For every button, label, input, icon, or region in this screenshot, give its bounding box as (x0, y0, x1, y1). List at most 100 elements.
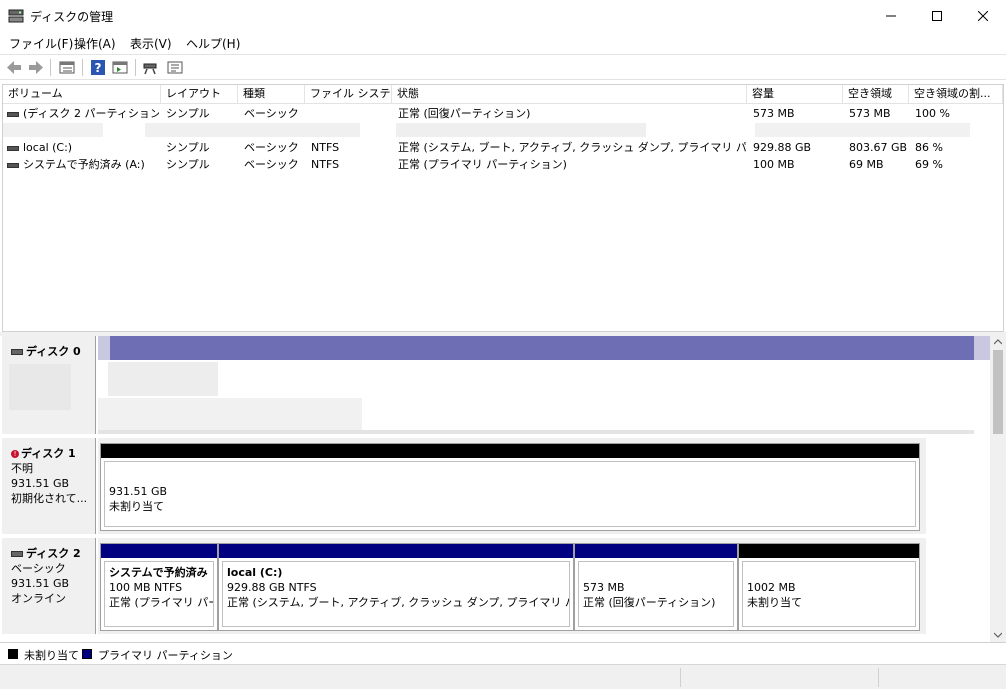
console-icon[interactable] (111, 59, 129, 76)
disk-1-label[interactable]: ! ディスク 1 不明 931.51 GB 初期化されて... (2, 438, 96, 534)
cell-free-percent: 69 % (915, 158, 943, 171)
partition-unallocated[interactable]: 1002 MB 未割り当て (738, 543, 920, 631)
volume-icon (7, 162, 19, 168)
redacted-block (3, 123, 103, 137)
cell-free-percent: 100 % (915, 107, 950, 120)
status-separator (878, 668, 879, 687)
partition-size: 931.51 GB (109, 485, 168, 498)
cell-filesystem: NTFS (311, 158, 340, 171)
cell-status: 正常 (回復パーティション) (398, 107, 531, 120)
vertical-scrollbar[interactable] (990, 336, 1006, 642)
cell-volume: (ディスク 2 パーティション 3) (23, 107, 159, 120)
back-arrow-icon[interactable] (5, 59, 23, 76)
help-icon[interactable]: ? (89, 59, 107, 76)
menu-file[interactable]: ファイル(F) (9, 35, 73, 52)
cell-status: 正常 (プライマリ パーティション) (398, 158, 567, 171)
toolbar: ? (0, 54, 1006, 80)
disk-0-label[interactable]: ディスク 0 (2, 336, 96, 434)
column-header-status[interactable]: 状態 (392, 85, 747, 104)
cell-free-percent: 86 % (915, 141, 943, 154)
column-header-filesystem[interactable]: ファイル システム (305, 85, 392, 104)
list-view-icon[interactable] (58, 59, 76, 76)
disk-1-partitions: 931.51 GB 未割り当て (98, 438, 926, 534)
disk-error-icon: ! (11, 450, 19, 458)
svg-text:?: ? (95, 61, 102, 75)
toolbar-separator (135, 59, 136, 76)
primary-partition-bar (101, 544, 217, 558)
disk-1-partition-unallocated[interactable]: 931.51 GB 未割り当て (100, 443, 920, 531)
cell-filesystem: NTFS (311, 141, 340, 154)
partition-status: 正常 (システム, ブート, アクティブ, クラッシュ ダンプ, プライマリ パ… (227, 596, 569, 609)
legend-swatch-unallocated (8, 649, 18, 659)
minimize-button[interactable] (868, 0, 914, 32)
properties-icon[interactable] (166, 59, 184, 76)
scrollbar-thumb[interactable] (993, 350, 1003, 434)
cell-free-space: 573 MB (849, 107, 891, 120)
cell-capacity: 929.88 GB (753, 141, 812, 154)
maximize-button[interactable] (914, 0, 960, 32)
disk-icon (11, 349, 23, 355)
partition-recovery[interactable]: 573 MB 正常 (回復パーティション) (574, 543, 738, 631)
legend-label-unallocated: 未割り当て (24, 649, 79, 662)
primary-partition-bar (575, 544, 737, 558)
cell-volume: local (C:) (23, 141, 73, 154)
column-header-volume[interactable]: ボリューム (3, 85, 161, 104)
status-bar (0, 664, 1006, 689)
unallocated-bar (739, 544, 919, 558)
column-header-capacity[interactable]: 容量 (747, 85, 843, 104)
forward-arrow-icon[interactable] (27, 59, 45, 76)
disk-name: ディスク 1 (21, 447, 76, 460)
scroll-up-icon[interactable] (994, 339, 1002, 345)
column-header-free-space[interactable]: 空き領域 (843, 85, 909, 104)
table-row[interactable]: local (C:) シンプル ベーシック NTFS 正常 (システム, ブート… (3, 139, 1003, 156)
disk-0-partition-bar (110, 336, 974, 360)
disk-size: 931.51 GB (11, 477, 70, 490)
cell-status: 正常 (システム, ブート, アクティブ, クラッシュ ダンプ, プライマリ パ… (398, 141, 746, 154)
maximize-icon (932, 11, 942, 21)
partition-name: local (C:) (227, 566, 283, 579)
menu-action[interactable]: 操作(A) (74, 35, 116, 52)
redacted-block (108, 362, 218, 396)
menu-help[interactable]: ヘルプ(H) (186, 35, 240, 52)
partition-size: 573 MB (583, 581, 625, 594)
legend-swatch-primary (82, 649, 92, 659)
partition-status: 正常 (プライマリ パーテ (109, 596, 213, 609)
minimize-icon (886, 15, 896, 17)
redacted-block (396, 123, 646, 137)
partition-status: 正常 (回復パーティション) (583, 596, 716, 609)
disk-2-partitions: システムで予約済み 100 MB NTFS 正常 (プライマリ パーテ loca… (98, 538, 926, 634)
disk-connect-icon[interactable] (142, 59, 160, 76)
column-header-layout[interactable]: レイアウト (161, 85, 238, 104)
column-header-type[interactable]: 種類 (238, 85, 305, 104)
partition-status: 未割り当て (109, 500, 164, 513)
disk-name: ディスク 2 (26, 547, 81, 560)
partition-size: 1002 MB (747, 581, 796, 594)
disk-management-app-icon (8, 9, 24, 23)
disk-icon (11, 551, 23, 557)
partition-local-c[interactable]: local (C:) 929.88 GB NTFS 正常 (システム, ブート,… (218, 543, 574, 631)
scroll-down-icon[interactable] (994, 632, 1002, 638)
close-button[interactable] (960, 0, 1006, 32)
disk-status: 初期化されて... (11, 492, 88, 505)
title-bar: ディスクの管理 (0, 0, 1006, 32)
menu-view[interactable]: 表示(V) (130, 35, 172, 52)
volume-list: ボリューム レイアウト 種類 ファイル システム 状態 容量 空き領域 空き領域… (2, 84, 1004, 332)
table-row[interactable]: システムで予約済み (A:) シンプル ベーシック NTFS 正常 (プライマリ… (3, 156, 1003, 173)
cell-type: ベーシック (244, 107, 299, 120)
cell-volume: システムで予約済み (A:) (23, 158, 145, 171)
disk-status: オンライン (11, 592, 66, 605)
close-icon (978, 11, 988, 21)
legend-label-primary: プライマリ パーティション (98, 649, 233, 662)
cell-capacity: 573 MB (753, 107, 795, 120)
redacted-block (98, 430, 974, 434)
column-header-free-percent[interactable]: 空き領域の割... (909, 85, 1003, 104)
menu-bar: ファイル(F) 操作(A) 表示(V) ヘルプ(H) (0, 32, 1006, 54)
cell-layout: シンプル (166, 141, 210, 154)
partition-system-reserved[interactable]: システムで予約済み 100 MB NTFS 正常 (プライマリ パーテ (100, 543, 218, 631)
legend: 未割り当て プライマリ パーティション (0, 642, 1006, 664)
redacted-block (98, 398, 362, 430)
redacted-block (145, 123, 360, 137)
table-row[interactable]: (ディスク 2 パーティション 3) シンプル ベーシック 正常 (回復パーティ… (3, 105, 1003, 122)
disk-2-label[interactable]: ディスク 2 ベーシック 931.51 GB オンライン (2, 538, 96, 634)
status-separator (680, 668, 681, 687)
